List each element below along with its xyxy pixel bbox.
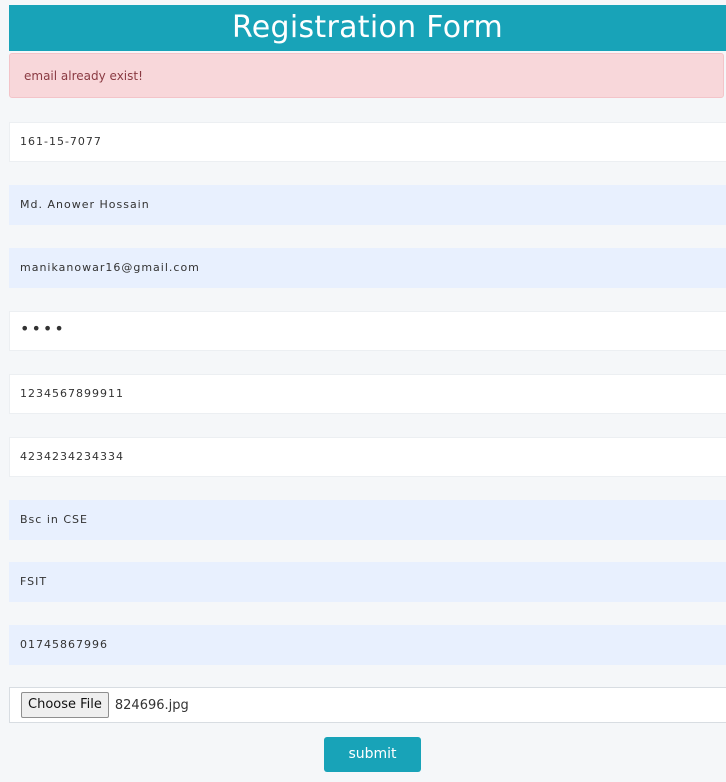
error-alert: email already exist! bbox=[9, 53, 724, 98]
email-field[interactable]: manikanowar16@gmail.com bbox=[9, 248, 726, 288]
name-field[interactable]: Md. Anower Hossain bbox=[9, 185, 726, 225]
selected-file-name: 824696.jpg bbox=[114, 697, 189, 713]
number-field-2[interactable]: 4234234234334 bbox=[9, 437, 726, 477]
phone-field[interactable]: 01745867996 bbox=[9, 625, 726, 665]
password-field[interactable]: •••• bbox=[9, 311, 726, 351]
number-field-1[interactable]: 1234567899911 bbox=[9, 374, 726, 414]
registration-page: Registration Form email already exist! 1… bbox=[0, 0, 726, 782]
student-id-field[interactable]: 161-15-7077 bbox=[9, 122, 726, 162]
program-field[interactable]: Bsc in CSE bbox=[9, 500, 726, 540]
page-title: Registration Form bbox=[9, 5, 726, 51]
submit-button[interactable]: submit bbox=[324, 737, 421, 772]
file-input[interactable]: Choose File 824696.jpg bbox=[9, 687, 726, 723]
choose-file-button[interactable]: Choose File bbox=[21, 692, 109, 718]
faculty-field[interactable]: FSIT bbox=[9, 562, 726, 602]
